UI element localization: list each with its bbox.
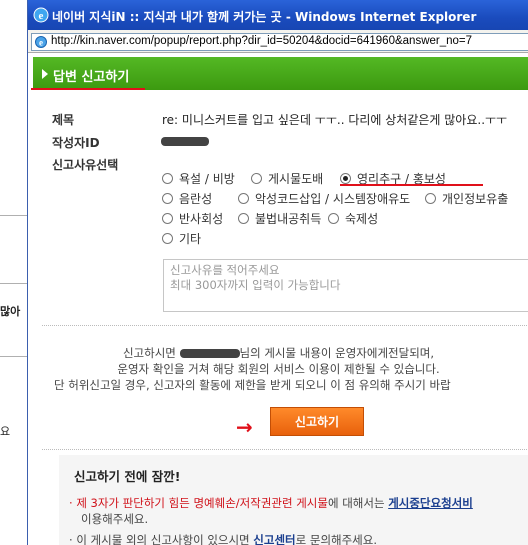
tips-box: 신고하기 전에 잠깐! · 제 3자가 판단하기 힘든 명예훼손/저작권관련 게… (59, 455, 528, 545)
tip-line: · 제 3자가 판단하기 힘든 명예훼손/저작권관련 게시물에 대해서는 게시중… (69, 495, 473, 511)
notice-line: 신고하시면 님의 게시물 내용이 운영자에게전달되며, (28, 345, 528, 361)
background-text: 요 (0, 425, 11, 438)
report-center-link[interactable]: 신고센터 (253, 533, 295, 545)
url-text: http://kin.naver.com/popup/report.php?di… (51, 35, 473, 47)
takedown-request-link[interactable]: 게시중단요청서비 (388, 496, 473, 510)
tip-text: 로 문의해주세요. (295, 533, 377, 545)
tip-line: · 이 게시물 외의 신고사항이 있으시면 신고센터로 문의해주세요. (69, 532, 377, 545)
highlight-underline (340, 184, 483, 186)
bullet: · (69, 533, 73, 545)
notice-line: 단 허위신고일 경우, 신고자의 활동에 제한을 받게 되오니 이 점 유의해 … (54, 378, 451, 392)
highlight-underline (31, 88, 145, 90)
subject-value: re: 미니스커트를 입고 싶은데 ㅜㅜ.. 다리에 상처같은게 많아요..ㅜㅜ (162, 113, 508, 127)
option-label: 음란성 (179, 192, 213, 206)
radio-button[interactable] (238, 193, 249, 204)
reason-label: 신고사유선택 (52, 158, 119, 172)
textarea-placeholder-line: 신고사유를 적어주세요 (170, 263, 280, 277)
report-header: 답변 신고하기 (33, 57, 528, 90)
notice-line: 운영자 확인을 거쳐 해당 회원의 서비스 이용이 제한될 수 있습니다. (117, 362, 440, 376)
arrow-right-icon (42, 69, 48, 79)
reason-option-privacy[interactable]: 개인정보유출 (425, 190, 508, 207)
radio-button[interactable] (162, 193, 173, 204)
option-label: 숙제성 (345, 212, 379, 226)
report-submit-button[interactable]: 신고하기 (270, 407, 364, 436)
reason-option-antisocial[interactable]: 반사회성 (162, 210, 223, 227)
reason-option-other[interactable]: 기타 (162, 230, 201, 247)
subject-label: 제목 (52, 113, 75, 127)
option-label: 욕설 / 비방 (179, 172, 235, 186)
page-icon: e (35, 36, 47, 48)
reason-option-malware[interactable]: 악성코드삽입 / 시스템장애유도 (238, 190, 410, 207)
option-label: 개인정보유출 (442, 192, 509, 206)
radio-button[interactable] (251, 173, 262, 184)
reason-option-abuse[interactable]: 욕설 / 비방 (162, 170, 235, 187)
reason-textarea[interactable]: 신고사유를 적어주세요 최대 300자까지 입력이 가능합니다 (163, 259, 528, 312)
reason-option-homework[interactable]: 숙제성 (328, 210, 378, 227)
tip-text: 이 게시물 외의 신고사항이 있으시면 (76, 533, 250, 545)
url-field[interactable]: e http://kin.naver.com/popup/report.php?… (31, 33, 528, 51)
svg-text:e: e (39, 38, 43, 48)
svg-text:e: e (39, 10, 44, 22)
option-label: 불법내공취득 (255, 212, 322, 226)
radio-button-selected[interactable] (340, 173, 351, 184)
option-label: 반사회성 (179, 212, 224, 226)
option-label: 게시물도배 (268, 172, 324, 186)
textarea-placeholder-line: 최대 300자까지 입력이 가능합니다 (170, 278, 341, 292)
header-title: 답변 신고하기 (53, 70, 130, 85)
radio-button[interactable] (238, 213, 249, 224)
notice-text: 신고하시면 (122, 346, 176, 360)
tip-line: 이용해주세요. (81, 512, 149, 526)
radio-button[interactable] (162, 173, 173, 184)
radio-button[interactable] (328, 213, 339, 224)
bullet: · (69, 496, 73, 510)
address-bar: e http://kin.naver.com/popup/report.php?… (28, 30, 528, 53)
tip-highlight: 제 3자가 판단하기 힘든 명예훼손/저작권관련 게시물 (76, 496, 328, 510)
redacted-author-id (161, 137, 209, 146)
radio-button[interactable] (162, 213, 173, 224)
option-label: 기타 (179, 232, 202, 246)
tip-text: 에 대해서는 (327, 496, 385, 510)
window-title: 네이버 지식iN :: 지식과 내가 함께 커가는 곳 - Windows In… (52, 10, 477, 24)
reason-option-spam[interactable]: 게시물도배 (251, 170, 323, 187)
background-text: 많아 (0, 305, 21, 318)
tips-title: 신고하기 전에 잠깐! (74, 469, 181, 484)
notice-text: 님의 게시물 내용이 운영자에게전달되며, (239, 346, 435, 360)
option-label: 악성코드삽입 / 시스템장애유도 (255, 192, 411, 206)
radio-button[interactable] (425, 193, 436, 204)
reason-option-obscene[interactable]: 음란성 (162, 190, 212, 207)
arrow-right-icon: → (236, 415, 253, 439)
popup-window: e 네이버 지식iN :: 지식과 내가 함께 커가는 곳 - Windows … (27, 0, 528, 545)
divider (42, 325, 528, 326)
reason-option-illegal-points[interactable]: 불법내공취득 (238, 210, 321, 227)
ie-logo-icon: e (33, 7, 49, 23)
author-label: 작성자ID (52, 136, 100, 150)
title-bar[interactable]: e 네이버 지식iN :: 지식과 내가 함께 커가는 곳 - Windows … (28, 0, 528, 30)
redacted-user-id (179, 349, 240, 358)
divider (42, 449, 528, 450)
radio-button[interactable] (162, 233, 173, 244)
